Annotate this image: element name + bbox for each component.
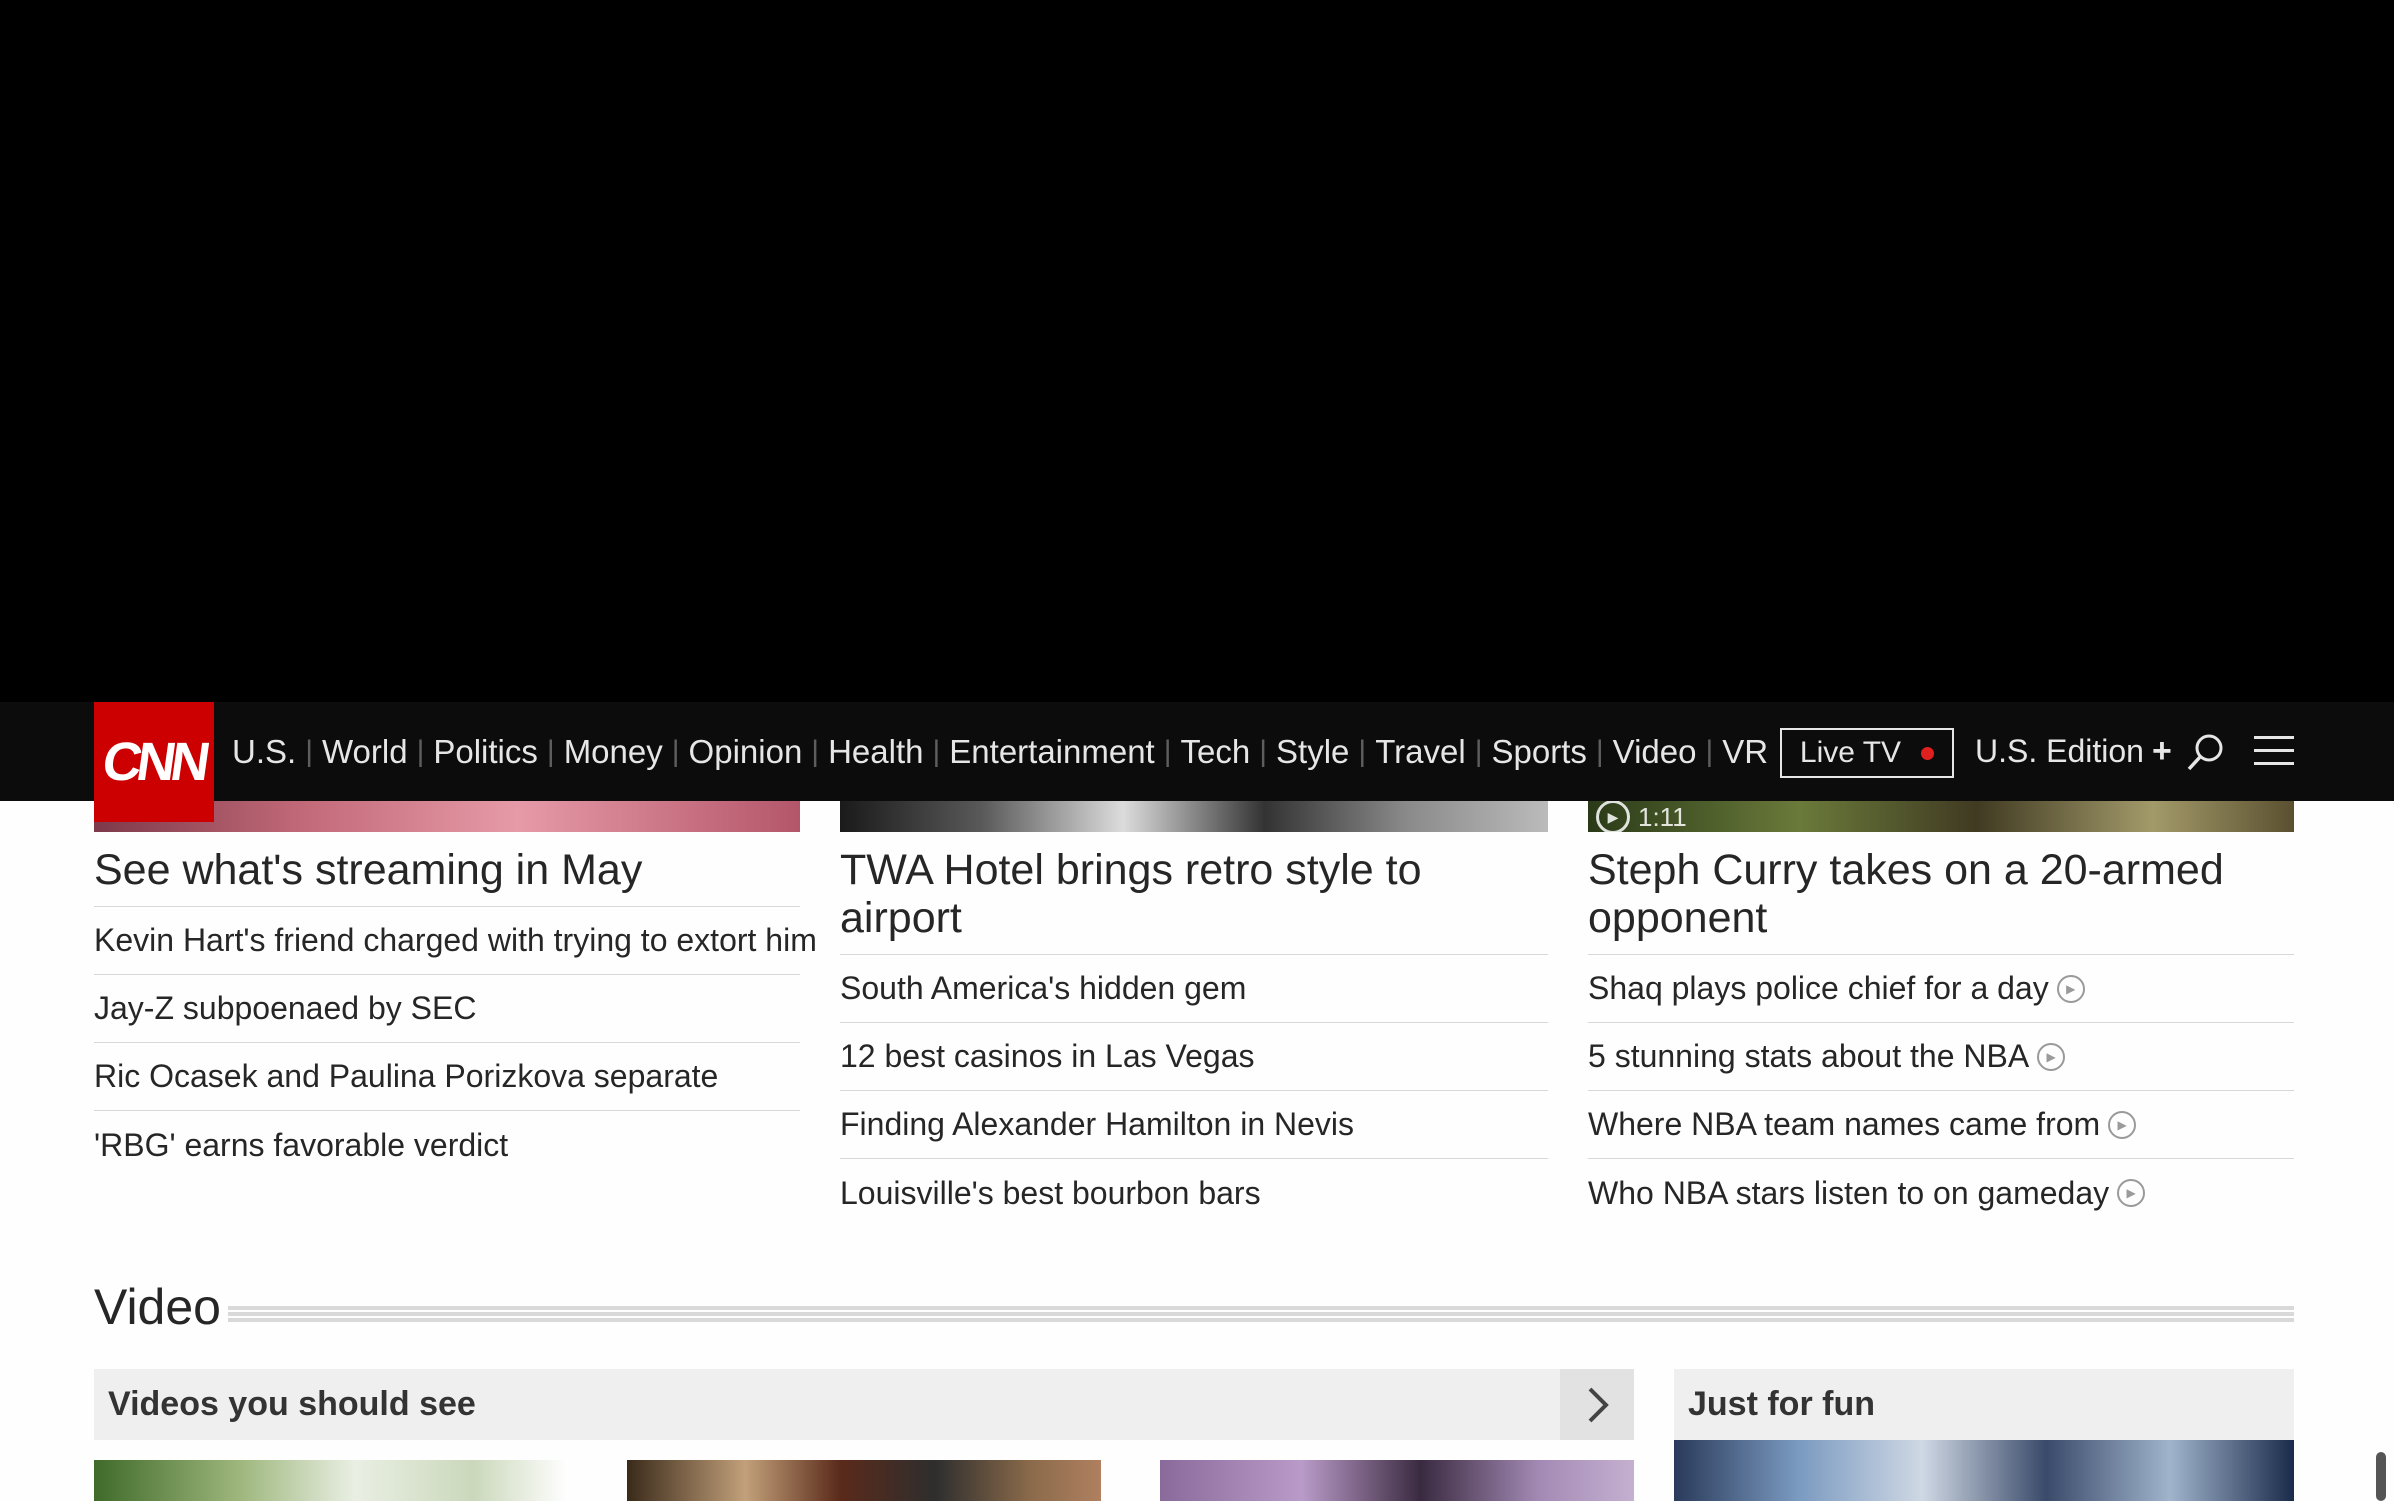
- video-thumbnail[interactable]: [94, 1460, 568, 1501]
- nav-link-opinion[interactable]: Opinion: [689, 733, 803, 771]
- play-icon: ▶: [1596, 801, 1630, 832]
- story-title: Where NBA team names came from: [1588, 1106, 2101, 1142]
- nav-link-travel[interactable]: Travel: [1375, 733, 1465, 771]
- story-link[interactable]: South America's hidden gem: [840, 955, 1548, 1023]
- nav-separator: |: [546, 734, 555, 768]
- live-tv-button[interactable]: Live TV: [1780, 728, 1954, 778]
- story-title: Shaq plays police chief for a day: [1588, 970, 2049, 1006]
- nav-separator: |: [416, 734, 425, 768]
- nav-link-money[interactable]: Money: [564, 733, 663, 771]
- nav-link-politics[interactable]: Politics: [433, 733, 538, 771]
- just-for-fun-header: Just for fun: [1674, 1369, 2294, 1440]
- videos-you-should-see-header: Videos you should see: [94, 1369, 1634, 1440]
- story-title: Kevin Hart's friend charged with trying …: [94, 922, 817, 958]
- story-title: Ric Ocasek and Paulina Porizkova separat…: [94, 1058, 719, 1094]
- video-play-icon: ▶: [2117, 1179, 2146, 1207]
- story-title: South America's hidden gem: [840, 970, 1247, 1006]
- edition-label: U.S. Edition: [1975, 733, 2144, 769]
- story-link[interactable]: Ric Ocasek and Paulina Porizkova separat…: [94, 1043, 800, 1111]
- story-link[interactable]: Who NBA stars listen to on gameday ▶: [1588, 1159, 2294, 1227]
- column-headline[interactable]: Steph Curry takes on a 20-armed opponent: [1588, 832, 2294, 955]
- twa-hotel-thumbnail[interactable]: [840, 801, 1548, 832]
- travel-column: TWA Hotel brings retro style to airport …: [840, 801, 1548, 1227]
- nav-separator: |: [1259, 734, 1268, 768]
- story-link[interactable]: 12 best casinos in Las Vegas: [840, 1023, 1548, 1091]
- cnn-logo[interactable]: CNN: [94, 702, 214, 822]
- story-link[interactable]: Where NBA team names came from ▶: [1588, 1091, 2294, 1159]
- nav-separator: |: [811, 734, 820, 768]
- scrollbar-thumb[interactable]: [2376, 1452, 2386, 1501]
- nav-separator: |: [671, 734, 680, 768]
- story-link[interactable]: Kevin Hart's friend charged with trying …: [94, 907, 817, 975]
- chevron-right-icon: [1588, 1387, 1609, 1422]
- nav-link-style[interactable]: Style: [1276, 733, 1349, 771]
- story-title: Finding Alexander Hamilton in Nevis: [840, 1106, 1355, 1142]
- video-duration: ▶ 1:11: [1596, 801, 1687, 832]
- story-list: Kevin Hart's friend charged with trying …: [94, 907, 817, 1179]
- nav-separator: |: [932, 734, 941, 768]
- side-label: Just for fun: [1688, 1385, 1875, 1423]
- carousel-next-button[interactable]: [1560, 1369, 1634, 1440]
- nav-link-entertainment[interactable]: Entertainment: [949, 733, 1154, 771]
- nav-link-health[interactable]: Health: [828, 733, 923, 771]
- ad-banner[interactable]: [0, 0, 2394, 702]
- video-thumbnail[interactable]: [627, 1460, 1101, 1501]
- section-divider: [228, 1306, 2294, 1322]
- story-title: Jay-Z subpoenaed by SEC: [94, 990, 477, 1026]
- nav-separator: |: [1358, 734, 1367, 768]
- column-headline[interactable]: TWA Hotel brings retro style to airport: [840, 832, 1548, 955]
- story-link[interactable]: Jay-Z subpoenaed by SEC: [94, 975, 800, 1043]
- edition-selector[interactable]: U.S. Edition +: [1975, 702, 2172, 801]
- story-title: Louisville's best bourbon bars: [840, 1174, 1261, 1211]
- live-tv-label: Live TV: [1799, 736, 1902, 769]
- cnn-homepage: CNN U.S. | World | Politics | Money | Opinion | He…: [0, 0, 2394, 1501]
- video-play-icon: ▶: [2056, 974, 2085, 1003]
- story-link[interactable]: 'RBG' earns favorable verdict: [94, 1111, 800, 1179]
- story-link[interactable]: Finding Alexander Hamilton in Nevis: [840, 1091, 1548, 1159]
- video-play-icon: ▶: [2037, 1042, 2066, 1071]
- column-headline[interactable]: See what's streaming in May: [94, 832, 800, 907]
- nav-separator: |: [305, 734, 313, 768]
- video-thumbnail[interactable]: [1674, 1440, 2294, 1501]
- nav-link-u-s[interactable]: U.S.: [232, 733, 296, 771]
- story-list: Shaq plays police chief for a day ▶ 5 stun…: [1588, 955, 2294, 1227]
- video-thumbnail[interactable]: [1160, 1460, 1634, 1501]
- carousel-label: Videos you should see: [108, 1385, 476, 1423]
- nav-separator: |: [1595, 734, 1604, 768]
- steph-curry-thumbnail[interactable]: ▶ 1:11: [1588, 801, 2294, 832]
- story-title: 5 stunning stats about the NBA: [1588, 1038, 2030, 1074]
- entertainment-column: See what's streaming in May Kevin Hart's…: [94, 801, 817, 1179]
- story-list: South America's hidden gem 12 best casino…: [840, 955, 1548, 1227]
- section-links: U.S. | World | Politics | Money | Opinion | Health…: [232, 702, 1768, 801]
- nav-separator: |: [1474, 734, 1483, 768]
- nav-link-world[interactable]: World: [322, 733, 408, 771]
- nav-separator: |: [1163, 734, 1172, 768]
- story-title: Who NBA stars listen to on gameday: [1588, 1174, 2110, 1211]
- nav-link-sports[interactable]: Sports: [1491, 733, 1586, 771]
- nav-separator: |: [1705, 734, 1714, 768]
- nav-link-tech[interactable]: Tech: [1181, 733, 1251, 771]
- nav-link-video[interactable]: Video: [1613, 733, 1697, 771]
- story-title: 'RBG' earns favorable verdict: [94, 1126, 509, 1163]
- sports-column: ▶ 1:11 Steph Curry takes on a 20-armed o…: [1588, 801, 2294, 1227]
- top-navigation: CNN U.S. | World | Politics | Money | Opinion | He…: [0, 702, 2394, 822]
- story-link[interactable]: Louisville's best bourbon bars: [840, 1159, 1548, 1227]
- story-link[interactable]: Shaq plays police chief for a day ▶: [1588, 955, 2294, 1023]
- nav-link-vr[interactable]: VR: [1722, 733, 1768, 771]
- video-play-icon: ▶: [2108, 1110, 2137, 1139]
- story-title: 12 best casinos in Las Vegas: [840, 1038, 1255, 1074]
- video-section-title: Video: [94, 1279, 221, 1335]
- plus-icon: +: [2151, 732, 2172, 770]
- search-icon[interactable]: [2186, 732, 2226, 772]
- live-indicator-icon: [1921, 746, 1935, 760]
- story-link[interactable]: 5 stunning stats about the NBA ▶: [1588, 1023, 2294, 1091]
- hamburger-menu-icon[interactable]: [2254, 736, 2294, 766]
